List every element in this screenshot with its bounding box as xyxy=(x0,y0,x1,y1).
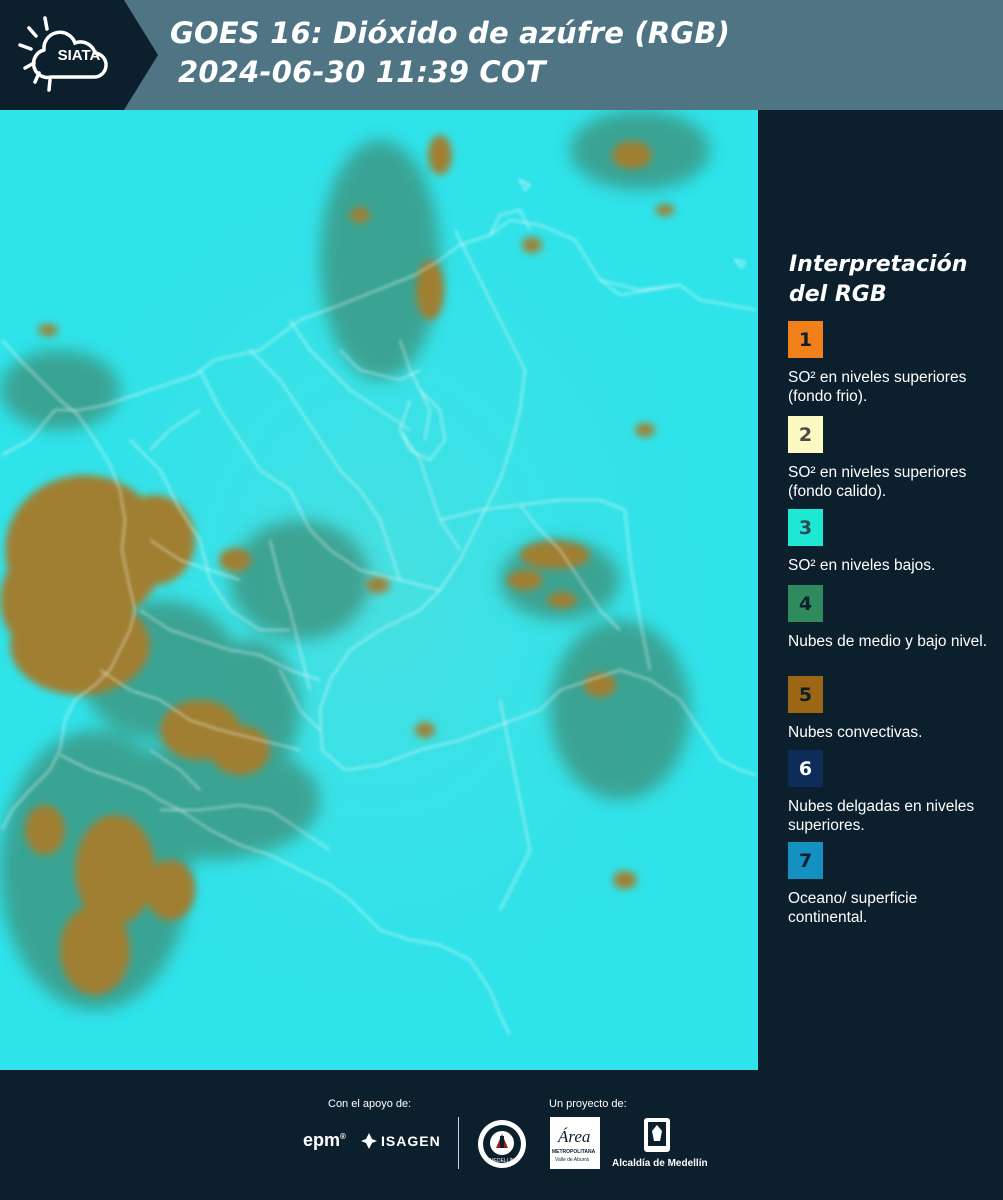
isagen-logo-text: ISAGEN xyxy=(381,1133,441,1149)
timestamp: 2024-06-30 11:39 COT xyxy=(178,55,546,89)
alcaldia-logo: Alcaldía de Medellín xyxy=(610,1117,708,1175)
legend-item-6: 6 Nubes delgadas en niveles superiores. xyxy=(788,750,988,835)
legend-item-4: 4 Nubes de medio y bajo nivel. xyxy=(788,585,988,651)
area-logo-text: Área xyxy=(558,1127,591,1146)
page-title: GOES 16: Dióxido de azúfre (RGB) xyxy=(170,16,731,50)
legend-swatch: 7 xyxy=(788,842,823,879)
legend-item-3: 3 SO² en niveles bajos. xyxy=(788,509,988,575)
footer: Con el apoyo de: Un proyecto de: epm® IS… xyxy=(0,1070,1003,1200)
legend-label: SO² en niveles bajos. xyxy=(788,557,936,574)
legend-label: Nubes delgadas en niveles superiores. xyxy=(788,798,975,834)
isagen-icon xyxy=(361,1133,377,1149)
medellin-seal: MEDELLÍN xyxy=(476,1118,528,1175)
legend-item-5: 5 Nubes convectivas. xyxy=(788,676,988,742)
legend-title: Interpretación del RGB xyxy=(789,252,968,307)
satellite-map xyxy=(0,110,758,1070)
area-metropolitana-logo: Área METROPOLITANA Valle de Aburrá xyxy=(550,1117,600,1169)
legend-swatch: 4 xyxy=(788,585,823,622)
area-logo-sub2: Valle de Aburrá xyxy=(555,1157,589,1163)
legend-swatch: 5 xyxy=(788,676,823,713)
siata-logo-text: SIATA xyxy=(58,47,101,64)
alcaldia-shield-icon xyxy=(644,1118,670,1152)
support-label: Con el apoyo de: xyxy=(328,1098,412,1110)
legend-item-1: 1 SO² en niveles superiores (fondo frio)… xyxy=(788,321,988,406)
medellin-seal-text: MEDELLÍN xyxy=(489,1157,514,1164)
legend-item-2: 2 SO² en niveles superiores (fondo calid… xyxy=(788,416,988,501)
legend-label: Oceano/ superficie continental. xyxy=(788,890,918,926)
epm-logo-text: epm xyxy=(303,1130,341,1150)
legend-label: Nubes de medio y bajo nivel. xyxy=(788,633,988,650)
project-label: Un proyecto de: xyxy=(549,1098,627,1110)
legend-label: SO² en niveles superiores (fondo frio). xyxy=(788,369,967,405)
header-bar: SIATA GOES 16: Dióxido de azúfre (RGB) 2… xyxy=(0,0,1003,110)
legend-panel: Interpretación del RGB 1 SO² en niveles … xyxy=(760,110,1003,1070)
legend-swatch: 2 xyxy=(788,416,823,453)
footer-divider xyxy=(458,1117,459,1169)
epm-logo: epm® xyxy=(303,1130,346,1150)
legend-swatch: 6 xyxy=(788,750,823,787)
legend-label: Nubes convectivas. xyxy=(788,724,923,741)
siata-logo: SIATA xyxy=(0,0,160,110)
alcaldia-logo-text: Alcaldía de Medellín xyxy=(612,1158,708,1169)
isagen-logo: ISAGEN xyxy=(360,1132,441,1150)
legend-item-7: 7 Oceano/ superficie continental. xyxy=(788,842,988,927)
legend-swatch: 3 xyxy=(788,509,823,546)
area-logo-sub1: METROPOLITANA xyxy=(552,1149,596,1155)
legend-label: SO² en niveles superiores (fondo calido)… xyxy=(788,464,967,500)
legend-swatch: 1 xyxy=(788,321,823,358)
